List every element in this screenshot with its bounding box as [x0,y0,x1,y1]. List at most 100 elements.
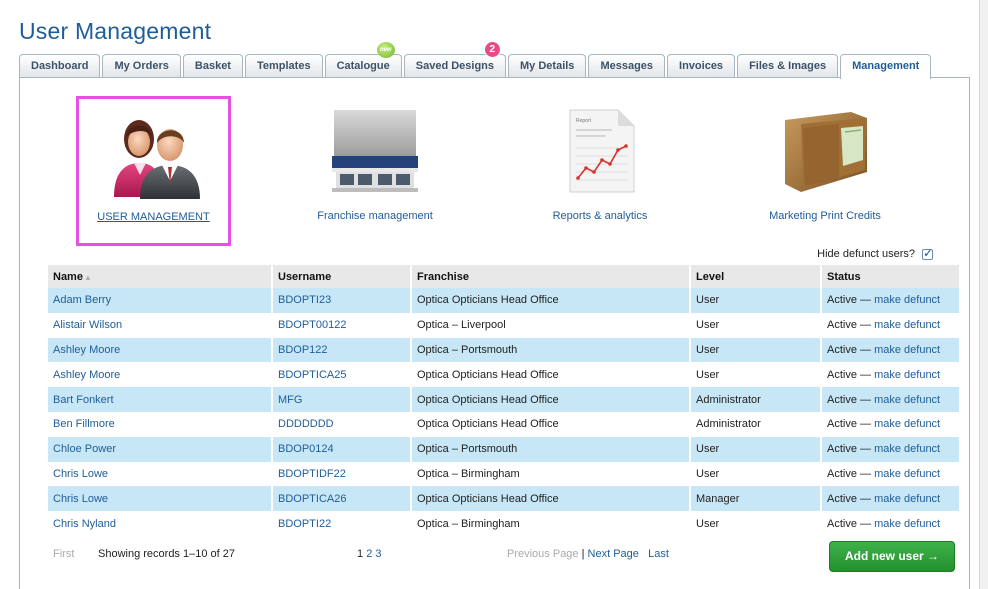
column-header-name[interactable]: Name▲ [48,265,273,288]
make-defunct-link[interactable]: make defunct [874,493,940,505]
pagination-separator: | [581,548,585,560]
table-row: Ben Fillmore DDDDDDD Optica Opticians He… [48,411,959,437]
status-cell: Active — make defunct [822,337,959,363]
tab-messages[interactable]: Messages [588,54,666,78]
status-cell: Active — make defunct [822,387,959,412]
level-cell: Administrator [691,411,822,437]
tab-saved-designs[interactable]: Saved Designs 2 [403,41,507,78]
level-cell: User [691,312,822,338]
tab-templates[interactable]: Templates [244,54,323,78]
pagination-showing: Showing records 1–10 of 27 [98,548,235,560]
status-text: Active — [827,319,872,332]
tab-invoices[interactable]: Invoices [667,54,736,78]
username-link[interactable]: BDOP0124 [273,436,412,462]
username-link[interactable]: MFG [273,387,412,412]
tab-catalogue[interactable]: Catalogue new [324,42,402,78]
user-name-link[interactable]: Adam Berry [48,288,273,313]
franchise-cell: Optica Opticians Head Office [412,486,691,512]
level-cell: User [691,436,822,462]
tab-label: Saved Designs [415,60,495,72]
table-row: Chris Nyland BDOPTI22 Optica – Birmingha… [48,511,959,536]
username-link[interactable]: BDOPTICA25 [273,362,412,388]
status-text: Active — [827,368,872,381]
user-name-link[interactable]: Bart Fonkert [48,387,273,412]
tab-label: My Orders [114,60,169,72]
tab-dashboard[interactable]: Dashboard [19,54,101,78]
table-row: Chloe Power BDOP0124 Optica – Portsmouth… [48,436,959,462]
table-row: Chris Lowe BDOPTICA26 Optica Opticians H… [48,486,959,512]
management-panel: USER MANAGEMENT Franchise management Rep… [19,77,970,589]
column-header-username[interactable]: Username [273,265,412,288]
tile-reports-analytics[interactable]: Report Reports & analytics [530,102,670,232]
page-link-2[interactable]: 2 [366,548,372,560]
user-name-link[interactable]: Ben Fillmore [48,411,273,437]
username-link[interactable]: BDOPT00122 [273,312,412,338]
make-defunct-link[interactable]: make defunct [874,468,940,480]
tab-files-images[interactable]: Files & Images [737,54,839,78]
previous-page-link: Previous Page [507,548,579,560]
username-link[interactable]: BDOPTIDF22 [273,461,412,487]
user-name-link[interactable]: Chloe Power [48,436,273,462]
make-defunct-link[interactable]: make defunct [874,394,940,406]
column-header-franchise[interactable]: Franchise [412,265,691,288]
table-row: Chris Lowe BDOPTIDF22 Optica – Birmingha… [48,461,959,487]
user-name-link[interactable]: Chris Nyland [48,511,273,536]
tab-my-orders[interactable]: My Orders [102,54,181,78]
table-header-row: Name▲ Username Franchise Level Status [48,265,959,288]
user-name-link[interactable]: Chris Lowe [48,461,273,487]
next-page-link[interactable]: Next Page [588,548,639,560]
level-cell: User [691,288,822,313]
make-defunct-link[interactable]: make defunct [874,319,940,331]
page-link-3[interactable]: 3 [375,548,381,560]
window-edge [979,0,988,589]
last-page-link[interactable]: Last [648,548,669,560]
table-row: Ashley Moore BDOPTICA25 Optica Opticians… [48,362,959,388]
pagination-pages: 1 2 3 [357,548,382,560]
tab-label: Catalogue [336,60,390,72]
make-defunct-link[interactable]: make defunct [874,418,940,430]
tab-label: My Details [520,60,575,72]
report-chart-icon: Report [569,109,635,193]
status-cell: Active — make defunct [822,486,959,512]
tab-label: Basket [194,60,231,72]
table-row: Alistair Wilson BDOPT00122 Optica – Live… [48,312,959,338]
franchise-cell: Optica – Portsmouth [412,436,691,462]
wallet-icon [785,112,867,192]
make-defunct-link[interactable]: make defunct [874,443,940,455]
tile-marketing-print-credits[interactable]: Marketing Print Credits [755,102,895,232]
tab-my-details[interactable]: My Details [508,54,587,78]
franchise-cell: Optica Opticians Head Office [412,387,691,412]
username-link[interactable]: BDOP122 [273,337,412,363]
add-new-user-button[interactable]: Add new user → [829,541,955,572]
status-cell: Active — make defunct [822,436,959,462]
username-link[interactable]: BDOPTI23 [273,288,412,313]
username-link[interactable]: BDOPTI22 [273,511,412,536]
make-defunct-link[interactable]: make defunct [874,344,940,356]
make-defunct-link[interactable]: make defunct [874,294,940,306]
table-row: Ashley Moore BDOP122 Optica – Portsmouth… [48,337,959,363]
make-defunct-link[interactable]: make defunct [874,369,940,381]
header-label: Name [53,270,83,283]
username-link[interactable]: DDDDDDD [273,411,412,437]
tile-label-user-management: USER MANAGEMENT [97,211,210,223]
tab-management[interactable]: Management [840,54,932,79]
tab-basket[interactable]: Basket [182,54,243,78]
column-header-level[interactable]: Level [691,265,822,288]
username-link[interactable]: BDOPTICA26 [273,486,412,512]
status-cell: Active — make defunct [822,411,959,437]
tile-franchise-management[interactable]: Franchise management [305,102,445,232]
tile-label-franchise: Franchise management [317,210,433,222]
status-text: Active — [827,343,872,356]
column-header-status[interactable]: Status [822,265,959,288]
tile-user-management[interactable]: USER MANAGEMENT [76,96,231,246]
user-name-link[interactable]: Ashley Moore [48,362,273,388]
user-name-link[interactable]: Alistair Wilson [48,312,273,338]
hide-defunct-checkbox-icon[interactable] [922,246,933,260]
user-name-link[interactable]: Ashley Moore [48,337,273,363]
status-text: Active — [827,443,872,456]
level-cell: Administrator [691,387,822,412]
users-icon [114,120,200,199]
make-defunct-link[interactable]: make defunct [874,518,940,530]
user-name-link[interactable]: Chris Lowe [48,486,273,512]
status-text: Active — [827,492,872,505]
